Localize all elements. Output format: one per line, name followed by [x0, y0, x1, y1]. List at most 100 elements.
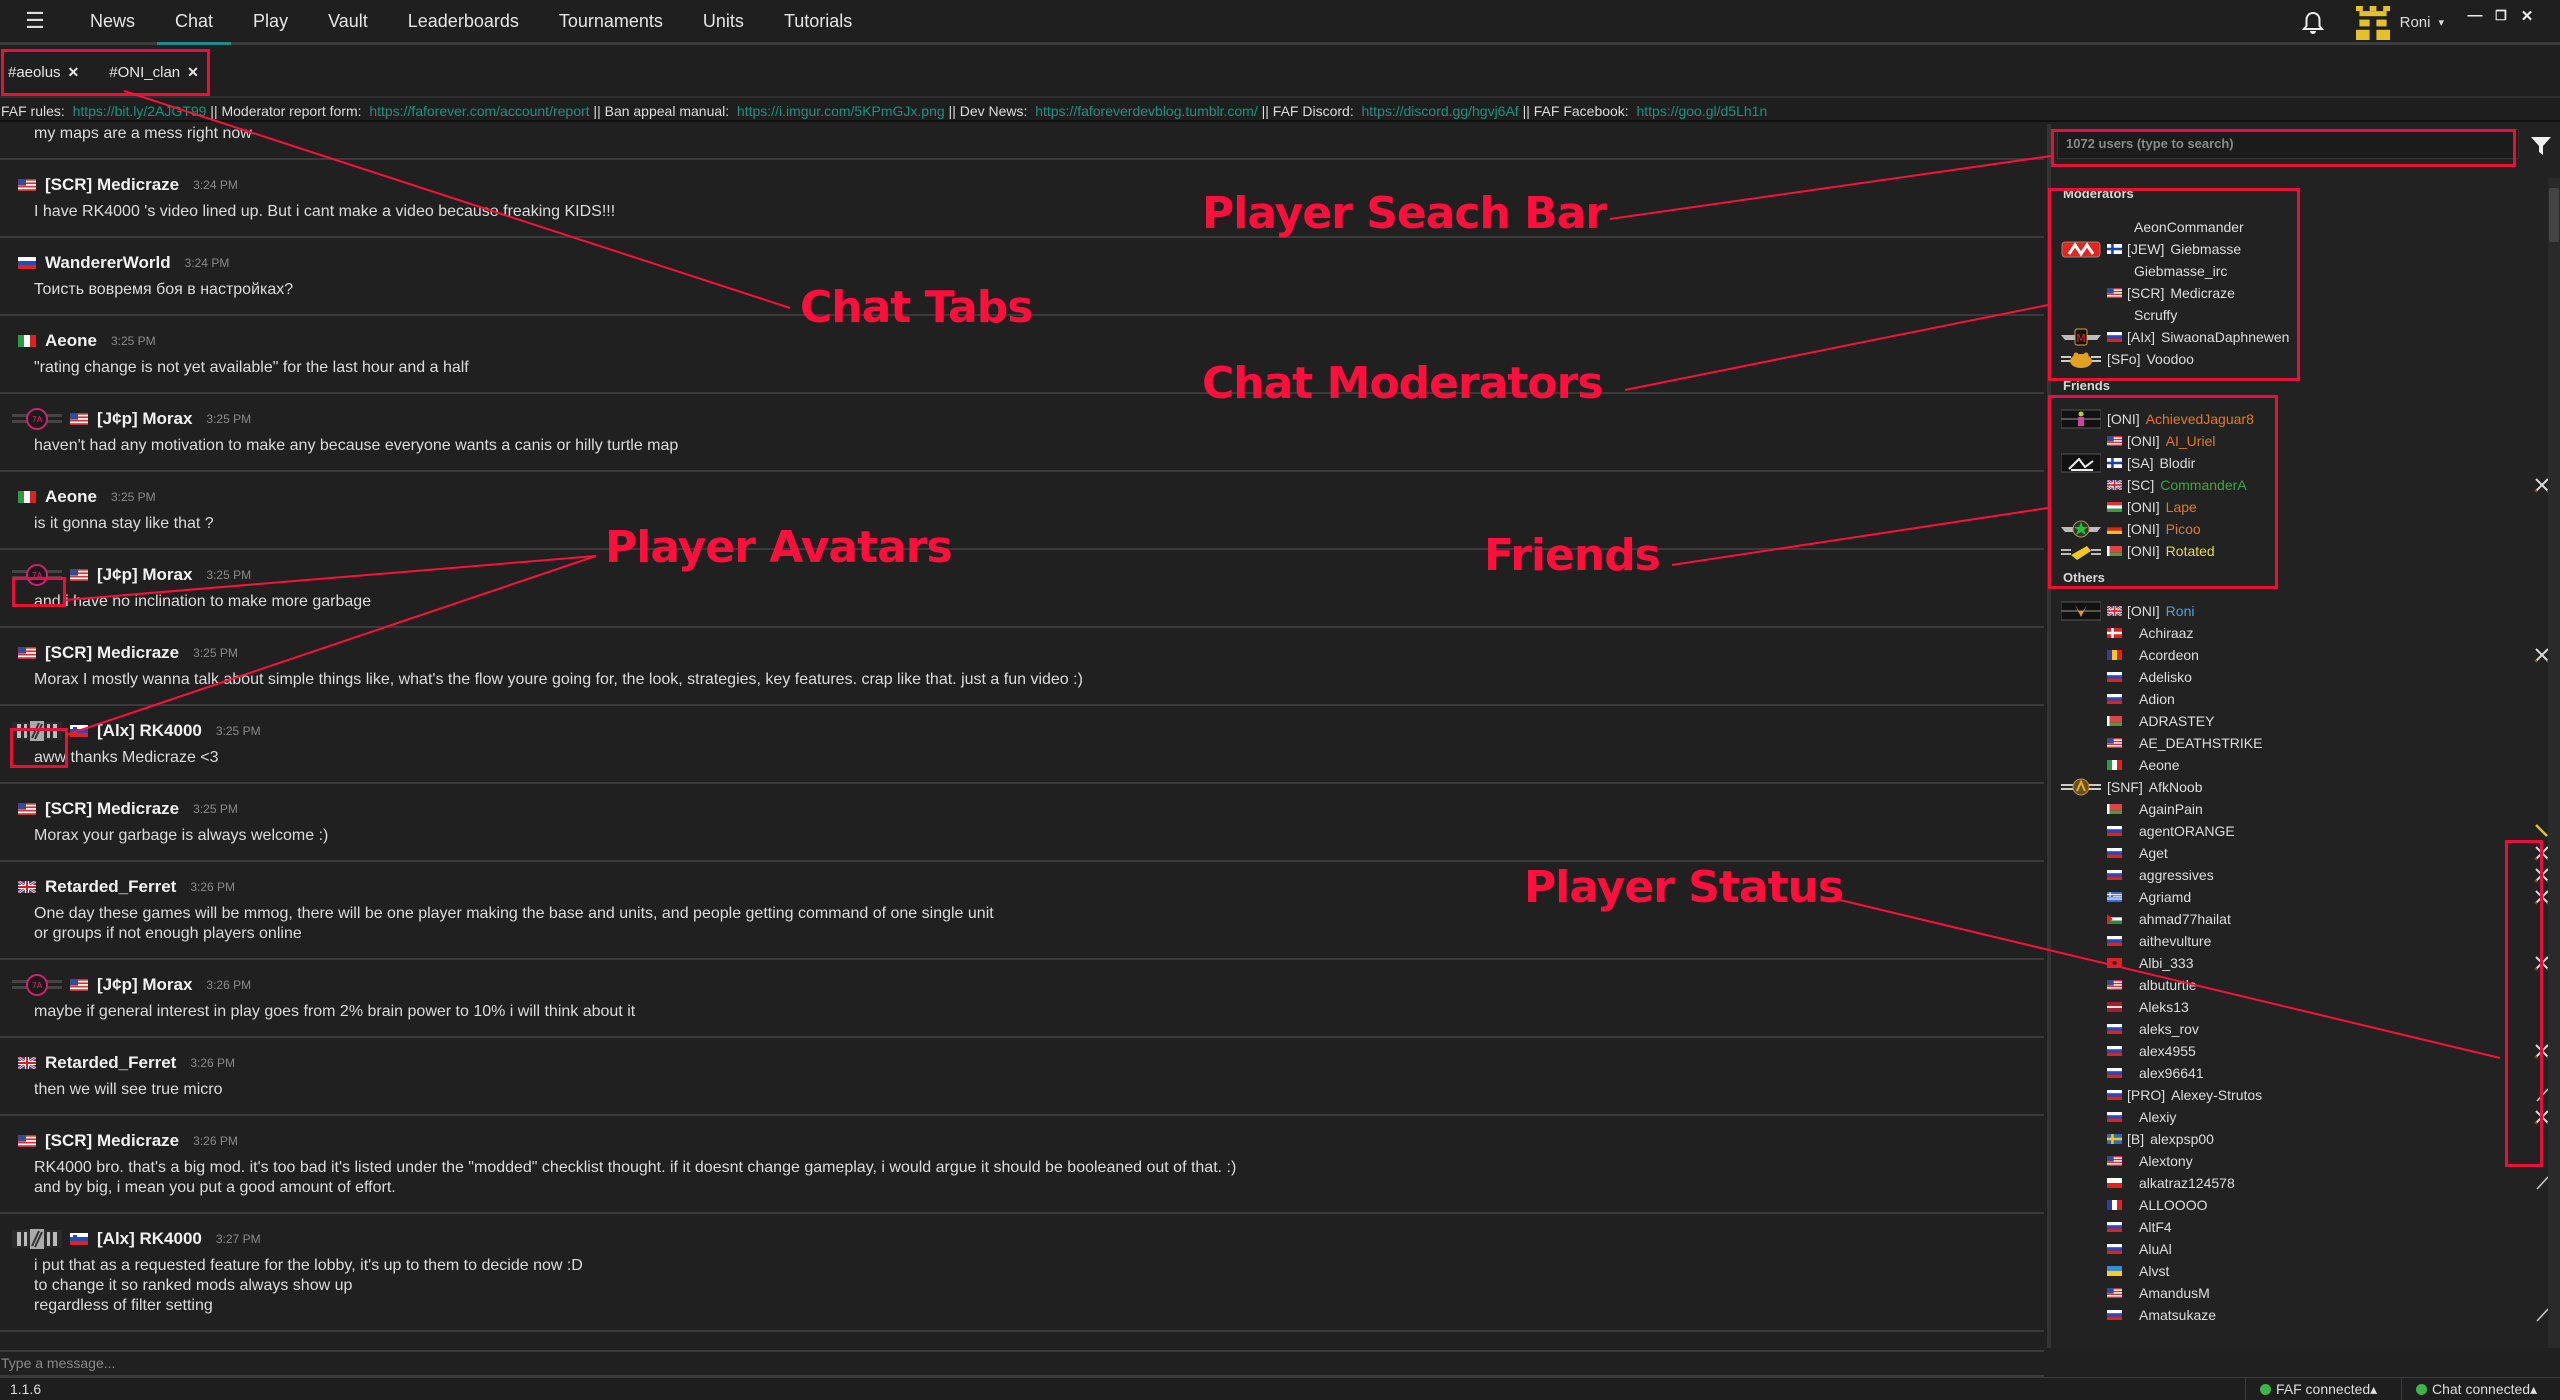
tab-aeolus[interactable]: #aeolus ✕ — [8, 64, 79, 81]
topic-link[interactable]: https://faforeverdevblog.tumblr.com/ — [1035, 103, 1258, 119]
message-author[interactable]: [SCR] Medicraze — [45, 175, 179, 195]
user-name[interactable]: alex96641 — [2139, 1065, 2204, 1081]
user-name[interactable]: alexpsp00 — [2150, 1131, 2214, 1147]
user-list-item[interactable]: Aleks13 — [2057, 996, 2552, 1018]
message-author[interactable]: [SCR] Medicraze — [45, 643, 179, 663]
user-name[interactable]: AI_Uriel — [2166, 433, 2216, 449]
user-name[interactable]: Achiraaz — [2139, 625, 2193, 641]
minimize-window-icon[interactable]: — — [2462, 7, 2488, 24]
nav-tutorials[interactable]: Tutorials — [764, 0, 872, 44]
user-list-item[interactable]: Aeone — [2057, 754, 2552, 776]
user-name[interactable]: Adelisko — [2139, 669, 2192, 685]
topic-link[interactable]: https://discord.gg/hgvj6Af — [1362, 103, 1519, 119]
user-list-item[interactable]: AE_DEATHSTRIKE — [2057, 732, 2552, 754]
message-author[interactable]: [SCR] Medicraze — [45, 1131, 179, 1151]
user-list-item[interactable]: [ONI] AI_Uriel — [2057, 430, 2552, 452]
user-list-item[interactable]: aleks_rov — [2057, 1018, 2552, 1040]
user-name[interactable]: ADRASTEY — [2139, 713, 2214, 729]
user-list-item[interactable]: M [AIx] SiwaonaDaphnewen — [2057, 326, 2552, 348]
user-name[interactable]: CommanderA — [2160, 477, 2246, 493]
nav-chat[interactable]: Chat — [155, 0, 233, 45]
user-list-item[interactable]: Acordeon — [2057, 644, 2552, 666]
user-name[interactable]: Adion — [2139, 691, 2175, 707]
message-author[interactable]: Aeone — [45, 487, 97, 507]
user-list-item[interactable]: AltF4 — [2057, 1216, 2552, 1238]
user-list-item[interactable]: Alextony — [2057, 1150, 2552, 1172]
message-author[interactable]: [J¢p] Morax — [97, 409, 192, 429]
user-name[interactable]: Alvst — [2139, 1263, 2169, 1279]
user-list-item[interactable]: albuturtle — [2057, 974, 2552, 996]
user-list-item[interactable]: [SNF] AfkNoob — [2057, 776, 2552, 798]
user-name[interactable]: Albi_333 — [2139, 955, 2194, 971]
user-list-item[interactable]: [ONI] AchievedJaguar8 — [2057, 408, 2552, 430]
user-name[interactable]: Roni — [2400, 14, 2431, 31]
user-name[interactable]: Alexiy — [2139, 1109, 2176, 1125]
user-name[interactable]: Giebmasse — [2170, 241, 2241, 257]
user-name[interactable]: Amatsukaze — [2139, 1307, 2216, 1323]
user-list-item[interactable]: AgainPain — [2057, 798, 2552, 820]
user-avatar[interactable] — [2355, 5, 2390, 40]
close-tab-icon[interactable]: ✕ — [187, 64, 199, 81]
nav-news[interactable]: News — [70, 0, 155, 44]
topic-link[interactable]: https://bit.ly/2AJGT99 — [73, 103, 207, 119]
user-name[interactable]: AfkNoob — [2149, 779, 2203, 795]
user-list-item[interactable]: Giebmasse_irc — [2057, 260, 2552, 282]
user-name[interactable]: Blodir — [2159, 455, 2195, 471]
user-name[interactable]: AgainPain — [2139, 801, 2203, 817]
user-list-item[interactable]: Albi_333 — [2057, 952, 2552, 974]
user-name[interactable]: Aeone — [2139, 757, 2179, 773]
nav-tournaments[interactable]: Tournaments — [539, 0, 683, 44]
message-author[interactable]: Aeone — [45, 331, 97, 351]
close-window-icon[interactable]: ✕ — [2514, 7, 2540, 25]
user-list-item[interactable]: [SCR] Medicraze — [2057, 282, 2552, 304]
user-name[interactable]: Lape — [2166, 499, 2197, 515]
user-list-item[interactable]: Adelisko — [2057, 666, 2552, 688]
user-list-item[interactable]: [PRO] Alexey-Strutos — [2057, 1084, 2552, 1106]
topic-link[interactable]: https://goo.gl/d5Lh1n — [1636, 103, 1767, 119]
user-name[interactable]: AE_DEATHSTRIKE — [2139, 735, 2262, 751]
user-name[interactable]: Aget — [2139, 845, 2168, 861]
user-name[interactable]: Alextony — [2139, 1153, 2193, 1169]
message-author[interactable]: [Alx] RK4000 — [97, 721, 202, 741]
hamburger-menu-icon[interactable]: ☰ — [0, 8, 70, 34]
user-name[interactable]: Scruffy — [2134, 307, 2177, 323]
topic-link[interactable]: https://faforever.com/account/report — [369, 103, 589, 119]
user-name[interactable]: Giebmasse_irc — [2134, 263, 2227, 279]
avatar[interactable] — [12, 718, 62, 744]
user-name[interactable]: aleks_rov — [2139, 1021, 2199, 1037]
user-name[interactable]: Roni — [2166, 603, 2195, 619]
user-list-item[interactable]: aithevulture — [2057, 930, 2552, 952]
user-list-item[interactable]: aggressives — [2057, 864, 2552, 886]
user-list-item[interactable]: [JEW] Giebmasse — [2057, 238, 2552, 260]
user-name[interactable]: aggressives — [2139, 867, 2214, 883]
nav-leaderboards[interactable]: Leaderboards — [388, 0, 539, 44]
tab-oni-clan[interactable]: #ONI_clan ✕ — [109, 64, 199, 81]
nav-units[interactable]: Units — [683, 0, 764, 44]
user-name[interactable]: Medicraze — [2170, 285, 2235, 301]
user-list-item[interactable]: ADRASTEY — [2057, 710, 2552, 732]
user-name[interactable]: AluAl — [2139, 1241, 2172, 1257]
user-name[interactable]: alkatraz124578 — [2139, 1175, 2235, 1191]
user-list-item[interactable]: Agriamd — [2057, 886, 2552, 908]
message-author[interactable]: Retarded_Ferret — [45, 877, 176, 897]
user-name[interactable]: albuturtle — [2139, 977, 2197, 993]
user-name[interactable]: agentORANGE — [2139, 823, 2235, 839]
user-name[interactable]: ALLOOOO — [2139, 1197, 2207, 1213]
avatar[interactable]: 7A — [12, 972, 62, 998]
user-list-item[interactable]: AeonCommander — [2057, 216, 2552, 238]
message-author[interactable]: [J¢p] Morax — [97, 975, 192, 995]
user-name[interactable]: Aleks13 — [2139, 999, 2189, 1015]
user-list-item[interactable]: [ONI] Rotated — [2057, 540, 2552, 562]
user-list-item[interactable]: agentORANGE — [2057, 820, 2552, 842]
user-list-item[interactable]: Aget — [2057, 842, 2552, 864]
chat-connection-status[interactable]: Chat connected▴ — [2401, 1378, 2537, 1400]
user-name[interactable]: Rotated — [2166, 543, 2215, 559]
user-list-item[interactable]: [SFo] Voodoo — [2057, 348, 2552, 370]
user-list-item[interactable]: Scruffy — [2057, 304, 2552, 326]
nav-vault[interactable]: Vault — [308, 0, 388, 44]
user-name[interactable]: AeonCommander — [2134, 219, 2244, 235]
user-list-item[interactable]: Achiraaz — [2057, 622, 2552, 644]
user-name[interactable]: Acordeon — [2139, 647, 2199, 663]
user-name[interactable]: aithevulture — [2139, 933, 2211, 949]
message-author[interactable]: [SCR] Medicraze — [45, 799, 179, 819]
